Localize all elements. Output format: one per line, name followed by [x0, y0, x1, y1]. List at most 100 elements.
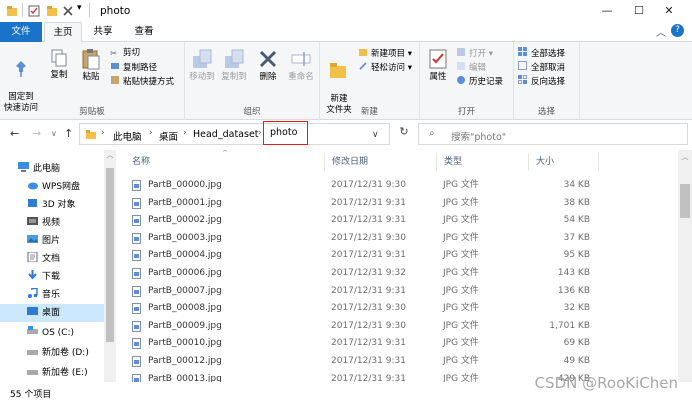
column-divider[interactable] [598, 153, 599, 171]
sort-ascending-icon: ^ [222, 150, 228, 157]
file-list-scroll-thumb[interactable] [680, 184, 690, 218]
column-divider[interactable] [436, 153, 437, 171]
properties-quick-icon[interactable] [28, 4, 40, 18]
ribbon-collapse-toggle[interactable]: ︿ [656, 24, 666, 39]
table-row[interactable]: PartB_00004.jpg 2017/12/31 9:31 JPG 文件 95 K… [130, 247, 590, 264]
jpg-file-icon [132, 250, 141, 262]
sidebar-item-desktop[interactable]: 桌面 [0, 304, 112, 322]
easy-access-button[interactable]: 轻松访问 ▾ [358, 61, 412, 74]
breadcrumb-this-pc[interactable]: 此电脑 [113, 129, 142, 143]
sidebar-item-drive-d[interactable]: 新加卷 (D:) [0, 344, 112, 362]
invert-selection-button[interactable]: 反向选择 [518, 75, 565, 88]
table-row[interactable]: PartB_00009.jpg 2017/12/31 9:30 JPG 文件 1,70… [130, 318, 590, 335]
address-dropdown-button[interactable]: ∨ [372, 130, 379, 140]
column-header-date[interactable]: 修改日期 [332, 154, 368, 167]
invert-selection-label: 反向选择 [531, 77, 566, 87]
paste-label: 粘贴 [82, 72, 100, 82]
column-header-size[interactable]: 大小 [536, 154, 554, 167]
rename-button[interactable]: 重命名 [285, 48, 317, 83]
properties-button[interactable]: 属性 [424, 48, 452, 83]
jpg-file-icon [132, 232, 141, 244]
breadcrumb-desktop[interactable]: 桌面 [159, 129, 178, 143]
sidebar-item-this-pc[interactable]: 此电脑 [0, 160, 112, 178]
new-item-button[interactable]: 新建项目 ▾ [358, 47, 412, 60]
paste-button[interactable]: 粘贴 [76, 48, 106, 83]
file-date: 2017/12/31 9:31 [331, 338, 406, 349]
sidebar-scroll-up-icon[interactable]: ︿ [104, 150, 116, 160]
sidebar-item-documents[interactable]: 文档 [0, 250, 112, 268]
watermark-text: CSDN @RooKiChen [534, 374, 678, 392]
new-folder-icon [330, 63, 346, 78]
sidebar-item-pictures[interactable]: 图片 [0, 232, 112, 250]
tab-view[interactable]: 查看 [124, 22, 164, 42]
column-header-name[interactable]: 名称 [132, 154, 150, 167]
delete-quick-icon[interactable] [62, 4, 74, 18]
search-input[interactable]: ⌕ 搜索"photo" [418, 123, 688, 145]
up-button[interactable]: ↑ [64, 127, 73, 140]
history-button[interactable]: 历史记录 [456, 75, 503, 88]
table-row[interactable]: PartB_00006.jpg 2017/12/31 9:32 JPG 文件 143 … [130, 265, 590, 282]
table-row[interactable]: PartB_00001.jpg 2017/12/31 9:31 JPG 文件 38 K… [130, 195, 590, 212]
file-list-scroll-up-icon[interactable]: ︿ [678, 152, 692, 162]
edit-button[interactable]: 编辑 [456, 61, 486, 74]
table-row[interactable]: PartB_00013.jpg 2017/12/31 9:31 JPG 文件 429 … [130, 371, 590, 382]
select-none-button[interactable]: 全部取消 [518, 61, 565, 74]
column-divider[interactable] [528, 153, 529, 171]
delete-button[interactable]: 删除 [253, 48, 283, 83]
cut-button[interactable]: ✂ 剪切 [110, 47, 140, 59]
jpg-file-icon [132, 338, 141, 350]
table-row[interactable]: PartB_00002.jpg 2017/12/31 9:31 JPG 文件 54 K… [130, 212, 590, 229]
column-divider[interactable] [324, 153, 325, 171]
copy-path-button[interactable]: 复制路径 [110, 61, 157, 74]
table-row[interactable]: PartB_00007.jpg 2017/12/31 9:31 JPG 文件 136 … [130, 283, 590, 300]
table-row[interactable]: PartB_00003.jpg 2017/12/31 9:30 JPG 文件 37 K… [130, 230, 590, 247]
quick-access-dropdown[interactable]: ▾ [77, 3, 82, 13]
forward-button[interactable]: → [32, 127, 41, 140]
tab-file[interactable]: 文件 [0, 22, 42, 42]
table-row[interactable]: PartB_00012.jpg 2017/12/31 9:31 JPG 文件 49 K… [130, 353, 590, 370]
address-input[interactable]: › 此电脑 › 桌面 › Head_dataset › ∨ [79, 123, 390, 145]
file-list: ^ 名称 修改日期 类型 大小 PartB_00000.jpg 2017/12/3… [118, 150, 692, 382]
refresh-button[interactable]: ↻ [394, 125, 414, 143]
copy-label: 复制 [50, 70, 68, 80]
copy-to-button[interactable]: 复制到 [219, 48, 249, 83]
table-row[interactable]: PartB_00008.jpg 2017/12/31 9:30 JPG 文件 32 K… [130, 300, 590, 317]
breadcrumb-chevron-icon: › [183, 128, 187, 138]
file-size: 32 KB [563, 303, 590, 314]
file-size: 69 KB [563, 338, 590, 349]
column-header-type[interactable]: 类型 [444, 154, 462, 167]
sidebar-item-wps[interactable]: WPS网盘 [0, 178, 112, 196]
tab-share[interactable]: 共享 [84, 22, 122, 42]
recent-locations-button[interactable]: ∨ [51, 129, 57, 138]
scissors-icon: ✂ [110, 49, 118, 59]
ribbon-tabs: 文件 主页 共享 查看 [0, 22, 692, 42]
file-name: PartB_00013.jpg [148, 373, 222, 382]
sidebar-item-3d-objects[interactable]: 3D 对象 [0, 196, 112, 214]
breadcrumb-photo-highlighted[interactable]: photo [263, 121, 308, 145]
sidebar-item-music[interactable]: 音乐 [0, 286, 112, 304]
move-to-button[interactable]: 移动到 [187, 48, 217, 83]
edit-label: 编辑 [469, 63, 487, 73]
sidebar-item-videos[interactable]: 视频 [0, 214, 112, 232]
back-button[interactable]: ← [10, 127, 19, 140]
sidebar-item-drive-e[interactable]: 新加卷 (E:) [0, 364, 112, 382]
breadcrumb-head-dataset[interactable]: Head_dataset [193, 129, 259, 140]
close-button[interactable]: ✕ [646, 0, 692, 22]
sidebar-scroll-thumb[interactable] [106, 168, 114, 342]
select-all-button[interactable]: 全部选择 [518, 47, 565, 60]
tab-home[interactable]: 主页 [44, 22, 82, 42]
table-row[interactable]: PartB_00010.jpg 2017/12/31 9:31 JPG 文件 69 K… [130, 335, 590, 352]
file-size: 34 KB [563, 180, 590, 190]
new-folder-quick-icon[interactable] [46, 4, 58, 18]
breadcrumb-chevron-icon: › [101, 128, 105, 138]
copy-button[interactable]: 复制 [44, 48, 74, 81]
jpg-file-icon [132, 373, 141, 382]
paste-icon [82, 49, 100, 70]
open-button[interactable]: 打开 ▾ [456, 47, 493, 60]
paste-shortcut-button[interactable]: 粘贴快捷方式 [110, 75, 174, 88]
file-size: 95 KB [563, 250, 590, 261]
help-icon[interactable]: ? [671, 24, 684, 37]
sidebar-item-drive-c[interactable]: OS (C:) [0, 324, 112, 342]
sidebar-item-downloads[interactable]: 下载 [0, 268, 112, 286]
table-row[interactable]: PartB_00000.jpg 2017/12/31 9:30 JPG 文件 34 K… [130, 177, 590, 194]
